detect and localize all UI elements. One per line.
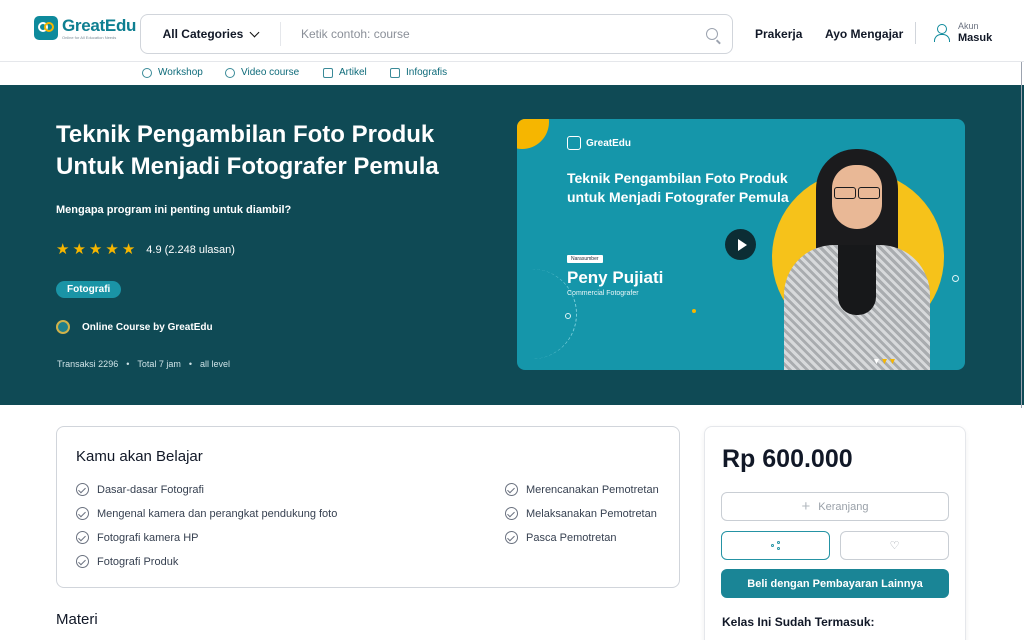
decor-dot [692, 309, 696, 313]
learning-outcomes-card: Kamu akan Belajar Dasar-dasar Fotografi … [56, 426, 680, 588]
check-circle-icon [505, 507, 518, 520]
subnav-artikel[interactable]: Artikel [323, 67, 367, 78]
check-circle-icon [76, 483, 89, 496]
course-rating: ★ ★ ★ ★ ★ 4.9 (2.248 ulasan) [56, 242, 235, 258]
rating-value: 4.9 [146, 244, 162, 256]
purchase-card: Rp 600.000 + Keranjang ♡ Beli dengan Pem… [704, 426, 966, 640]
top-header: GreatEdu Online for All Education Needs … [0, 0, 1024, 62]
image-icon [390, 67, 400, 78]
meta-duration: Total 7 jam [137, 359, 181, 369]
learn-item: Fotografi kamera HP [76, 531, 198, 544]
check-circle-icon [76, 555, 89, 568]
provider-name: Online Course by GreatEdu [82, 321, 213, 333]
check-circle-icon [76, 507, 89, 520]
course-price: Rp 600.000 [722, 445, 853, 473]
subnav: Workshop Video course Artikel Infografis [0, 62, 1024, 85]
category-dropdown[interactable]: All Categories [141, 22, 281, 46]
scroll-edge [1021, 62, 1022, 408]
course-subtitle: Mengapa program ini penting untuk diambi… [56, 204, 292, 216]
nav-divider [915, 22, 916, 44]
check-circle-icon [76, 531, 89, 544]
play-icon[interactable] [725, 229, 756, 260]
course-video-thumbnail[interactable]: GreatEdu Teknik Pengambilan Foto Produk … [517, 119, 965, 370]
decor-blob [517, 119, 549, 149]
star-icon: ★ [105, 241, 119, 258]
learn-item: Mengenal kamera dan perangkat pendukung … [76, 507, 337, 520]
meta-level: all level [200, 359, 231, 369]
buy-other-payment-button[interactable]: Beli dengan Pembayaran Lainnya [721, 569, 949, 598]
materi-heading: Materi [56, 611, 98, 628]
subnav-workshop[interactable]: Workshop [142, 67, 203, 78]
star-icon: ★ [121, 241, 136, 258]
share-button[interactable] [721, 531, 830, 560]
speaker-name: Peny Pujiati [567, 268, 664, 287]
search-icon[interactable] [706, 28, 718, 40]
speaker-badge: Narasumber [567, 255, 603, 263]
course-title: Teknik Pengambilan Foto Produk Untuk Men… [56, 121, 439, 180]
video-icon [225, 67, 235, 78]
subnav-video-course[interactable]: Video course [225, 67, 299, 78]
greatedu-logo[interactable]: GreatEdu Online for All Education Needs [34, 16, 136, 40]
logo-mark-icon [34, 16, 58, 40]
account-label: Akun [958, 21, 979, 31]
add-to-cart-button[interactable]: + Keranjang [721, 492, 949, 521]
learn-item: Dasar-dasar Fotografi [76, 483, 204, 496]
learn-item: Melaksanakan Pemotretan [505, 507, 657, 520]
speaker-photo [772, 149, 942, 370]
learn-item: Fotografi Produk [76, 555, 178, 568]
thumbnail-pager [874, 359, 895, 364]
share-icon [770, 540, 781, 551]
account-login[interactable]: Akun Masuk [934, 21, 993, 44]
thumbnail-title: Teknik Pengambilan Foto Produk untuk Men… [567, 170, 789, 205]
decor-ring [952, 275, 959, 282]
course-provider: Online Course by GreatEdu [56, 320, 213, 334]
article-icon [323, 67, 333, 78]
meta-transactions: Transaksi 2296 [57, 359, 119, 369]
logo-mark-icon [567, 136, 581, 150]
check-circle-icon [505, 531, 518, 544]
nav-ayo-mengajar[interactable]: Ayo Mengajar [825, 27, 903, 41]
search-input[interactable] [281, 15, 706, 53]
star-icon: ★ [56, 241, 70, 258]
plus-icon: + [801, 498, 811, 515]
wishlist-button[interactable]: ♡ [840, 531, 949, 560]
category-label: All Categories [162, 27, 244, 41]
heart-icon: ♡ [889, 540, 900, 552]
category-tag[interactable]: Fotografi [56, 281, 122, 298]
chevron-down-icon [249, 27, 260, 37]
logo-tagline: Online for All Education Needs [62, 34, 117, 40]
course-hero: Teknik Pengambilan Foto Produk Untuk Men… [0, 85, 1024, 405]
decor-ring [565, 313, 571, 319]
learn-item: Pasca Pemotretan [505, 531, 617, 544]
workshop-icon [142, 67, 152, 78]
includes-title: Kelas Ini Sudah Termasuk: [722, 615, 875, 629]
nav-prakerja[interactable]: Prakerja [755, 27, 802, 41]
logo-name: GreatEdu [62, 15, 137, 35]
star-icon: ★ [88, 241, 103, 258]
thumbnail-logo: GreatEdu [567, 136, 631, 150]
search-bar: All Categories [140, 14, 733, 54]
user-icon [934, 23, 950, 42]
review-count: (2.248 ulasan) [164, 244, 235, 256]
subnav-infografis[interactable]: Infografis [390, 67, 447, 78]
learning-outcomes-title: Kamu akan Belajar [76, 448, 203, 465]
speaker-role: Commercial Fotografer [567, 290, 639, 297]
page: GreatEdu Online for All Education Needs … [0, 0, 1024, 640]
login-label: Masuk [958, 31, 993, 44]
learn-item: Merencanakan Pemotretan [505, 483, 659, 496]
star-icon: ★ [72, 241, 86, 258]
check-circle-icon [505, 483, 518, 496]
provider-logo-icon [56, 320, 70, 334]
course-meta: Transaksi 2296 • Total 7 jam • all level [57, 359, 231, 369]
